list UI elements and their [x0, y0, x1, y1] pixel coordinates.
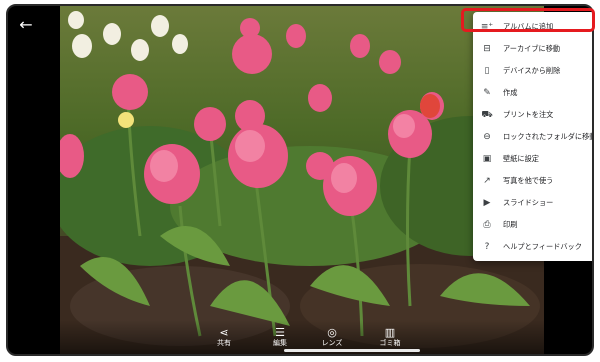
menu-item-label: 壁紙に設定 — [503, 154, 539, 163]
device-frame: ← ⋖ 共有 ☰ 編集 ◎ レンズ ▥ ゴミ箱 ≡⁺ アルバムに追加 ⊟ アーカ… — [6, 4, 594, 356]
menu-item-label: ロックされたフォルダに移動 — [503, 132, 594, 141]
trash-label: ゴミ箱 — [379, 339, 401, 347]
menu-item-label: デバイスから削除 — [503, 66, 561, 75]
menu-item-label: ヘルプとフィードバック — [503, 242, 582, 251]
open-in-new-icon: ↗ — [483, 176, 491, 186]
menu-item-label: 写真を他で使う — [503, 176, 554, 185]
archive-icon: ⊟ — [483, 44, 491, 54]
edit-button[interactable]: ☰ 編集 — [260, 326, 300, 348]
photo-action-bar: ⋖ 共有 ☰ 編集 ◎ レンズ ▥ ゴミ箱 — [60, 320, 544, 354]
back-button[interactable]: ← — [14, 14, 38, 36]
menu-item-create[interactable]: ✎ 作成 — [473, 82, 592, 104]
tune-icon: ☰ — [275, 326, 285, 339]
menu-item-label: アーカイブに移動 — [503, 44, 561, 53]
menu-item-add-to-album[interactable]: ≡⁺ アルバムに追加 — [473, 16, 592, 38]
playlist-add-icon: ≡⁺ — [480, 22, 494, 32]
arrow-back-icon: ← — [19, 15, 33, 34]
share-label: 共有 — [217, 339, 231, 347]
print-icon: ⎙ — [483, 220, 491, 230]
menu-item-order-prints[interactable]: ⛟ プリントを注文 — [473, 104, 592, 126]
menu-item-help-feedback[interactable]: ? ヘルプとフィードバック — [473, 236, 592, 258]
lock-icon: ⊖ — [483, 132, 491, 142]
lens-icon: ◎ — [327, 326, 337, 339]
menu-item-print[interactable]: ⎙ 印刷 — [473, 214, 592, 236]
pencil-icon: ✎ — [483, 88, 491, 98]
lens-label: レンズ — [321, 339, 343, 347]
menu-item-slideshow[interactable]: ▶ スライドショー — [473, 192, 592, 214]
menu-item-use-elsewhere[interactable]: ↗ 写真を他で使う — [473, 170, 592, 192]
lens-button[interactable]: ◎ レンズ — [312, 326, 352, 348]
menu-item-delete-from-device[interactable]: ▯ デバイスから削除 — [473, 60, 592, 82]
slideshow-icon: ▶ — [483, 198, 491, 208]
menu-item-label: プリントを注文 — [503, 110, 554, 119]
share-button[interactable]: ⋖ 共有 — [204, 326, 244, 348]
overflow-menu: ≡⁺ アルバムに追加 ⊟ アーカイブに移動 ▯ デバイスから削除 ✎ 作成 ⛟ … — [473, 12, 594, 261]
help-icon: ? — [484, 242, 490, 252]
cart-icon: ⛟ — [481, 109, 493, 120]
share-icon: ⋖ — [219, 326, 229, 339]
tulip-photo — [60, 6, 544, 354]
trash-button[interactable]: ▥ ゴミ箱 — [370, 326, 410, 348]
menu-item-move-to-locked-folder[interactable]: ⊖ ロックされたフォルダに移動 — [473, 126, 594, 148]
tulip-image — [60, 11, 544, 354]
menu-item-set-wallpaper[interactable]: ▣ 壁紙に設定 — [473, 148, 592, 170]
edit-label: 編集 — [273, 339, 287, 347]
menu-item-archive[interactable]: ⊟ アーカイブに移動 — [473, 38, 592, 60]
menu-item-label: アルバムに追加 — [503, 22, 554, 31]
home-indicator — [284, 349, 420, 352]
trash-icon: ▥ — [384, 326, 396, 339]
menu-item-label: 作成 — [503, 88, 518, 97]
wallpaper-icon: ▣ — [482, 154, 492, 164]
menu-item-label: 印刷 — [503, 220, 518, 229]
menu-item-label: スライドショー — [503, 198, 554, 207]
phone-delete-icon: ▯ — [484, 66, 490, 76]
